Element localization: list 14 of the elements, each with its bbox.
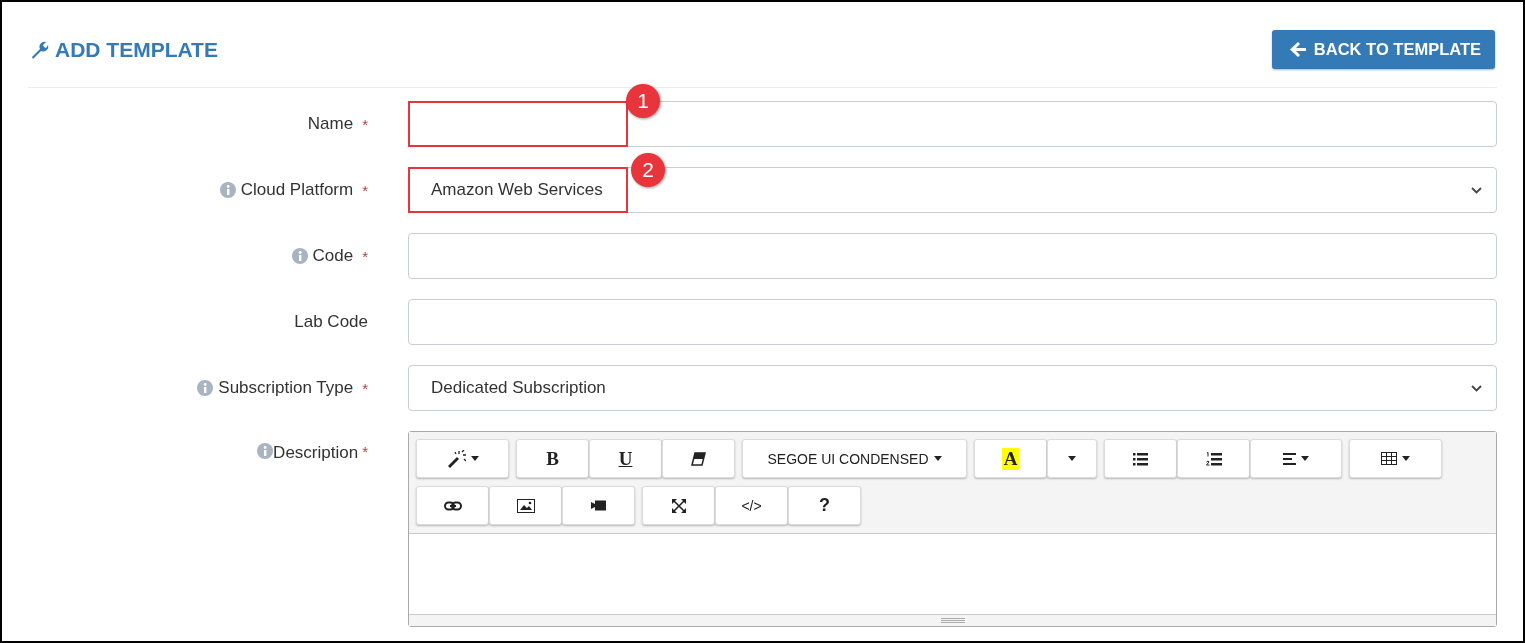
callout-number-tooltip: 1 [626, 84, 660, 118]
required-mark: * [362, 379, 368, 397]
callout-number-tooltip: 2 [631, 153, 665, 187]
field-label: Description [273, 443, 359, 463]
field-label: Code [312, 246, 354, 266]
required-mark: * [362, 443, 368, 460]
field-label: Cloud Platform [240, 180, 354, 200]
field-label: Lab Code [294, 312, 368, 332]
required-mark: * [362, 247, 368, 265]
required-mark: * [362, 115, 368, 133]
page-title: ADD TEMPLATE [55, 37, 218, 62]
required-mark: * [362, 181, 368, 199]
field-label: Subscription Type [218, 378, 354, 398]
field-label: Name [307, 114, 354, 134]
